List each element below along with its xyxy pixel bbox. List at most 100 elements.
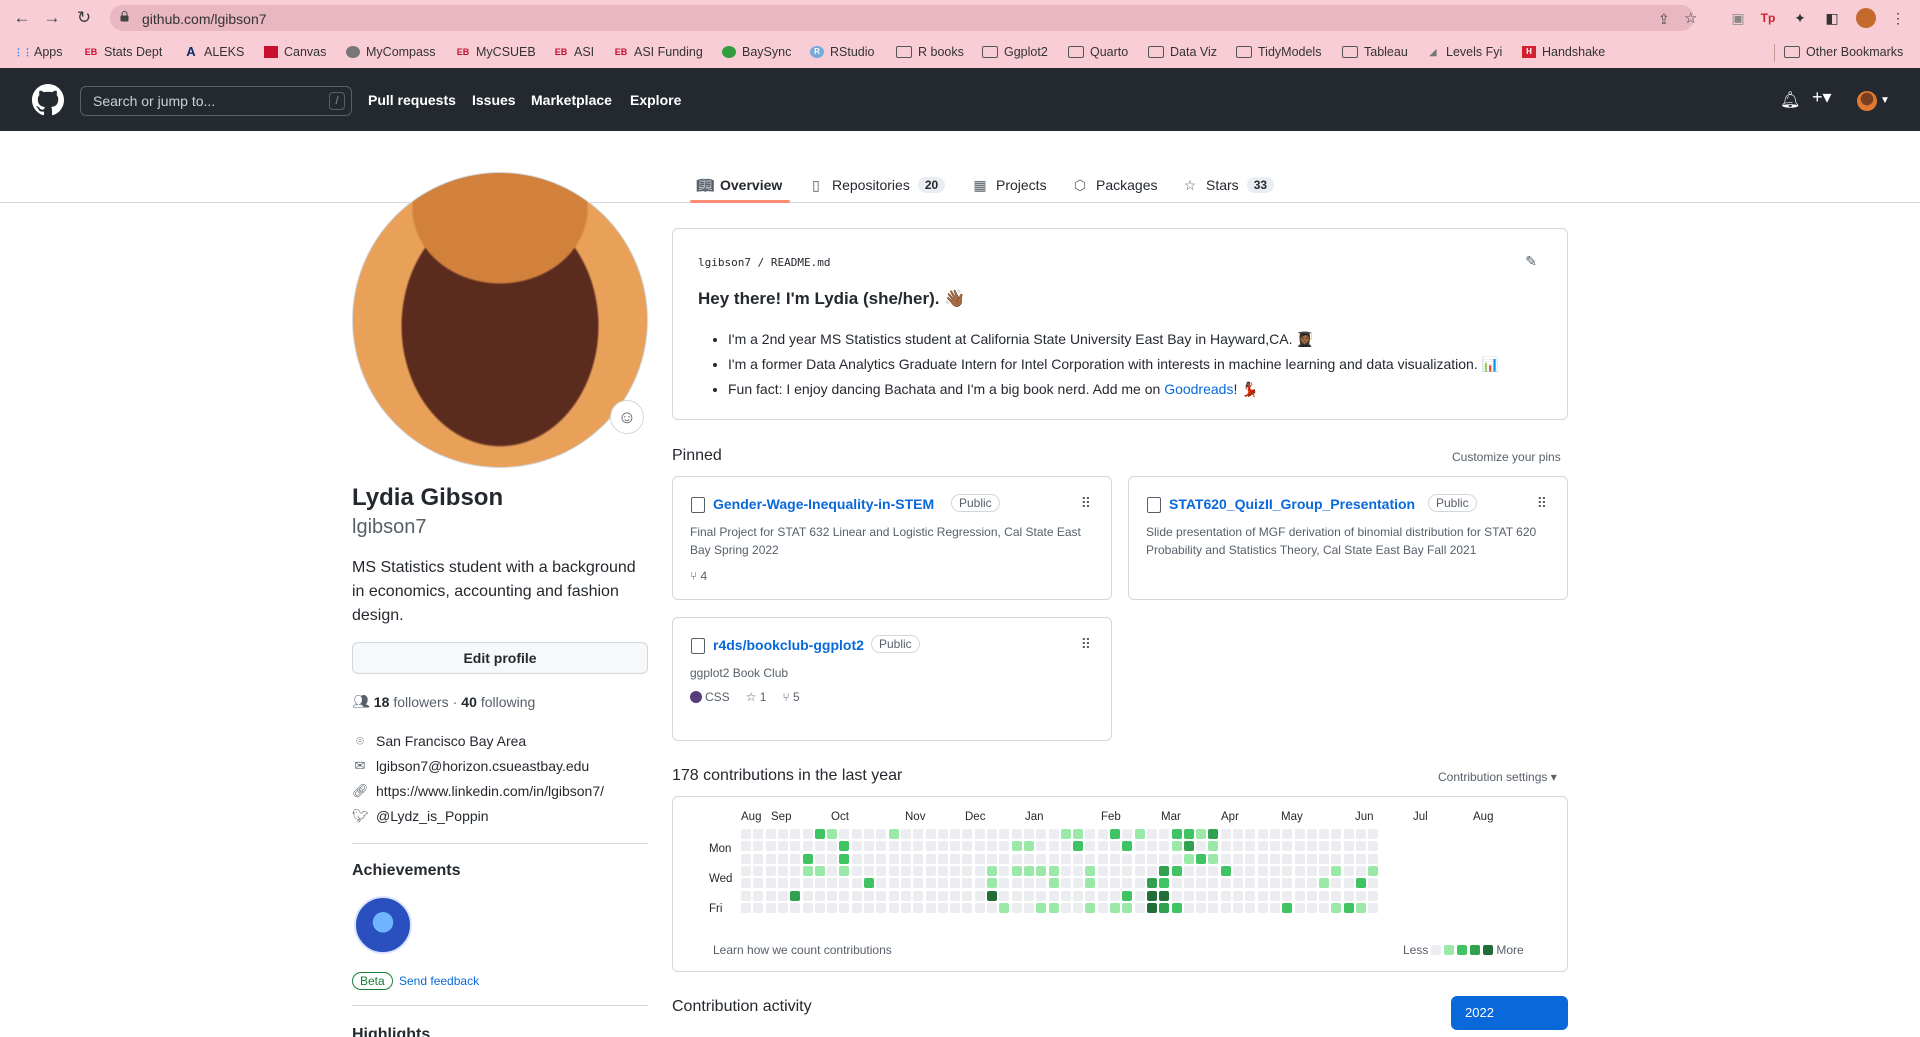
contribution-day-cell[interactable]	[765, 841, 776, 852]
achievement-badge-icon[interactable]	[354, 896, 412, 954]
contribution-day-cell[interactable]	[1146, 890, 1157, 901]
contribution-day-cell[interactable]	[1208, 829, 1219, 839]
contribution-day-cell[interactable]	[913, 841, 924, 852]
contribution-day-cell[interactable]	[1011, 841, 1022, 852]
contribution-day-cell[interactable]	[987, 853, 997, 864]
contribution-day-cell[interactable]	[777, 902, 788, 913]
contribution-day-cell[interactable]	[741, 890, 751, 901]
bookmark-star-icon[interactable]: ☆	[1684, 9, 1697, 27]
contribution-day-cell[interactable]	[741, 853, 751, 864]
contribution-day-cell[interactable]	[950, 890, 961, 901]
contribution-day-cell[interactable]	[1208, 853, 1219, 864]
contribution-day-cell[interactable]	[1085, 878, 1096, 889]
contribution-day-cell[interactable]	[962, 829, 973, 839]
contribution-day-cell[interactable]	[1171, 902, 1182, 913]
drag-handle-icon[interactable]: ⠿	[1081, 636, 1091, 653]
contribution-day-cell[interactable]	[851, 865, 862, 876]
contribution-day-cell[interactable]	[765, 902, 776, 913]
tab-repositories[interactable]: ▯ Repositories 20	[808, 168, 946, 202]
contribution-day-cell[interactable]	[1134, 841, 1145, 852]
contribution-day-cell[interactable]	[1023, 890, 1034, 901]
contribution-day-cell[interactable]	[1183, 890, 1194, 901]
contribution-day-cell[interactable]	[1368, 878, 1379, 889]
contribution-day-cell[interactable]	[1331, 853, 1342, 864]
contribution-day-cell[interactable]	[974, 890, 985, 901]
contribution-day-cell[interactable]	[1269, 890, 1280, 901]
website-item[interactable]: 🔗︎ https://www.linkedin.com/in/lgibson7/	[352, 783, 604, 799]
contribution-day-cell[interactable]	[1134, 829, 1145, 839]
contribution-day-cell[interactable]	[913, 878, 924, 889]
contribution-day-cell[interactable]	[1196, 902, 1207, 913]
contribution-day-cell[interactable]	[753, 865, 764, 876]
contribution-day-cell[interactable]	[1073, 829, 1084, 839]
contribution-day-cell[interactable]	[1085, 853, 1096, 864]
contribution-day-cell[interactable]	[1196, 853, 1207, 864]
contribution-day-cell[interactable]	[1073, 890, 1084, 901]
contribution-day-cell[interactable]	[1306, 902, 1317, 913]
contribution-day-cell[interactable]	[1208, 902, 1219, 913]
contribution-day-cell[interactable]	[802, 865, 813, 876]
contribution-day-cell[interactable]	[987, 890, 997, 901]
stars-stat[interactable]: ☆ 1	[746, 690, 767, 704]
contribution-day-cell[interactable]	[765, 878, 776, 889]
contribution-day-cell[interactable]	[1269, 878, 1280, 889]
contribution-day-cell[interactable]	[1220, 853, 1231, 864]
contribution-day-cell[interactable]	[1208, 865, 1219, 876]
contribution-day-cell[interactable]	[1233, 902, 1243, 913]
repo-name-link[interactable]: r4ds/bookclub-ggplot2	[713, 637, 864, 653]
bookmark-quarto[interactable]: Quarto	[1068, 43, 1128, 61]
contribution-day-cell[interactable]	[1196, 829, 1207, 839]
contribution-day-cell[interactable]	[1269, 841, 1280, 852]
contribution-day-cell[interactable]	[1073, 902, 1084, 913]
contribution-day-cell[interactable]	[1282, 829, 1293, 839]
send-feedback-link[interactable]: Send feedback	[399, 974, 479, 988]
bookmark-other[interactable]: Other Bookmarks	[1784, 43, 1903, 61]
contribution-day-cell[interactable]	[1306, 865, 1317, 876]
contribution-day-cell[interactable]	[1343, 890, 1354, 901]
contribution-day-cell[interactable]	[753, 890, 764, 901]
contribution-day-cell[interactable]	[1146, 829, 1157, 839]
contribution-day-cell[interactable]	[1159, 902, 1170, 913]
profile-avatar[interactable]	[352, 172, 648, 468]
contribution-day-cell[interactable]	[1159, 853, 1170, 864]
contribution-day-cell[interactable]	[1060, 902, 1071, 913]
contribution-day-cell[interactable]	[900, 902, 911, 913]
contribution-day-cell[interactable]	[827, 878, 838, 889]
contribution-day-cell[interactable]	[802, 841, 813, 852]
contribution-day-cell[interactable]	[950, 841, 961, 852]
contribution-day-cell[interactable]	[1319, 841, 1330, 852]
twitter-item[interactable]: 🐦︎ @Lydz_is_Poppin	[352, 808, 489, 824]
contribution-day-cell[interactable]	[839, 902, 850, 913]
contribution-day-cell[interactable]	[1048, 829, 1059, 839]
contribution-day-cell[interactable]	[1011, 853, 1022, 864]
contribution-day-cell[interactable]	[1196, 865, 1207, 876]
contribution-day-cell[interactable]	[1245, 841, 1256, 852]
contribution-day-cell[interactable]	[1319, 902, 1330, 913]
contribution-day-cell[interactable]	[913, 865, 924, 876]
contribution-day-cell[interactable]	[1257, 829, 1268, 839]
contribution-day-cell[interactable]	[1036, 890, 1047, 901]
contribution-day-cell[interactable]	[1368, 865, 1379, 876]
contribution-day-cell[interactable]	[1319, 829, 1330, 839]
contribution-day-cell[interactable]	[1282, 853, 1293, 864]
repo-name-link[interactable]: Gender-Wage-Inequality-in-STEM	[713, 496, 934, 512]
contribution-day-cell[interactable]	[1134, 902, 1145, 913]
share-icon[interactable]: ⇪	[1658, 11, 1670, 28]
bookmark-aleks[interactable]: A ALEKS	[184, 43, 244, 61]
readme-filename[interactable]: README.md	[771, 256, 831, 269]
contribution-day-cell[interactable]	[1220, 878, 1231, 889]
contribution-day-cell[interactable]	[1245, 890, 1256, 901]
contribution-day-cell[interactable]	[1110, 878, 1120, 889]
contribution-day-cell[interactable]	[839, 878, 850, 889]
contribution-day-cell[interactable]	[1036, 829, 1047, 839]
contribution-day-cell[interactable]	[790, 878, 801, 889]
contribution-day-cell[interactable]	[1097, 865, 1108, 876]
contribution-day-cell[interactable]	[1196, 890, 1207, 901]
contribution-day-cell[interactable]	[1146, 878, 1157, 889]
contribution-day-cell[interactable]	[925, 841, 936, 852]
contribution-day-cell[interactable]	[925, 878, 936, 889]
bookmark-data-viz[interactable]: Data Viz	[1148, 43, 1217, 61]
bookmark-handshake[interactable]: H Handshake	[1522, 43, 1605, 61]
sidebar-icon[interactable]: ◧	[1822, 8, 1842, 28]
tab-projects[interactable]: ▦ Projects	[972, 168, 1046, 202]
